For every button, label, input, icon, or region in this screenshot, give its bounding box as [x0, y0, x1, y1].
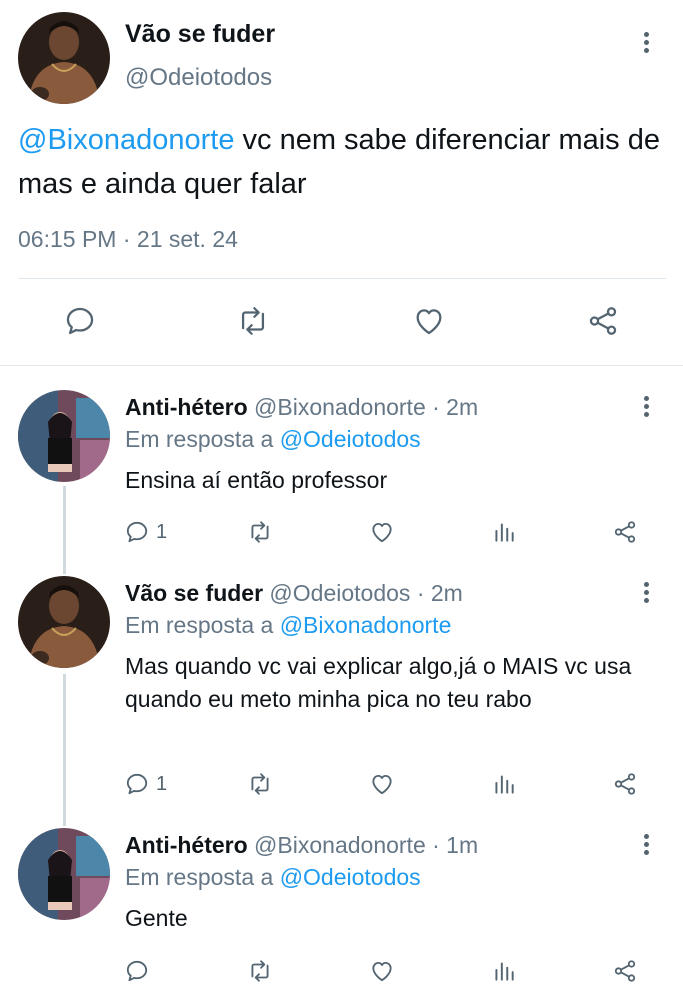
share-icon — [614, 960, 636, 982]
retweet-button[interactable] — [246, 958, 274, 984]
like-button[interactable] — [368, 771, 396, 797]
share-icon — [614, 521, 636, 543]
heart-icon — [416, 309, 442, 335]
mention-link[interactable]: @Bixonadonorte — [18, 124, 234, 156]
reply-tweet[interactable]: Anti-hétero @Bixonadonorte · 1m Em respo… — [0, 818, 683, 1000]
reply-icon — [126, 773, 148, 795]
analytics-button[interactable] — [491, 519, 517, 545]
avatar[interactable] — [18, 576, 110, 668]
reply-icon — [66, 307, 94, 335]
reply-icon — [126, 521, 148, 543]
retweet-icon — [241, 307, 265, 335]
reply-meta: @Bixonadonorte · 2m — [247, 394, 479, 420]
more-options-icon[interactable] — [641, 834, 651, 858]
tweet-timestamp[interactable]: 06:15 PM · 21 set. 24 — [18, 226, 238, 253]
display-name[interactable]: Anti-hétero — [125, 832, 248, 858]
reply-text: Mas quando vc vai explicar algo,já o MAI… — [125, 653, 632, 712]
reply-icon — [126, 960, 148, 982]
reply-button[interactable] — [63, 304, 97, 338]
display-name[interactable]: Anti-hétero — [125, 394, 248, 420]
retweet-icon — [251, 960, 269, 982]
in-reply-label: Em resposta a — [125, 612, 280, 638]
reply-text: Gente — [125, 905, 188, 931]
reply-button[interactable]: 1 — [124, 519, 167, 545]
retweet-icon — [251, 773, 269, 795]
reply-tweet[interactable]: Anti-hétero @Bixonadonorte · 2m Em respo… — [0, 366, 683, 566]
like-button[interactable] — [368, 958, 396, 984]
reply-header: Vão se fuder @Odeiotodos · 2m — [125, 580, 463, 607]
share-icon — [589, 307, 617, 335]
analytics-icon — [495, 962, 514, 981]
reply-tweet[interactable]: Vão se fuder @Odeiotodos · 2m Em respost… — [0, 566, 683, 818]
mention-link[interactable]: @Odeiotodos — [280, 864, 421, 890]
share-button[interactable] — [585, 304, 621, 338]
reply-button[interactable]: 1 — [124, 771, 167, 797]
display-name[interactable]: Vão se fuder — [125, 580, 263, 606]
reply-count: 1 — [156, 772, 168, 795]
more-options-icon[interactable] — [641, 396, 651, 420]
reply-count: 1 — [156, 520, 168, 543]
mention-link[interactable]: @Odeiotodos — [280, 426, 421, 452]
reply-header: Anti-hétero @Bixonadonorte · 1m — [125, 832, 478, 859]
tweet-date: 21 set. 24 — [136, 226, 238, 252]
in-reply-label: Em resposta a — [125, 864, 280, 890]
reply-meta: @Bixonadonorte · 1m — [247, 832, 479, 858]
tweet-time: 06:15 PM — [18, 226, 117, 252]
share-button[interactable] — [611, 958, 639, 984]
analytics-icon — [495, 775, 514, 794]
in-reply-to: Em resposta a @Odeiotodos — [125, 864, 421, 891]
divider — [18, 278, 666, 279]
analytics-button[interactable] — [491, 958, 517, 984]
tweet-text: @Bixonadonorte vc nem sabe diferenciar m… — [18, 118, 668, 206]
mention-link[interactable]: @Bixonadonorte — [280, 612, 452, 638]
share-icon — [614, 773, 636, 795]
reply-text: Ensina aí então professor — [125, 467, 388, 493]
display-name[interactable]: Vão se fuder — [125, 20, 275, 49]
share-button[interactable] — [611, 771, 639, 797]
like-button[interactable] — [368, 519, 396, 545]
in-reply-to: Em resposta a @Odeiotodos — [125, 426, 421, 453]
heart-icon — [372, 774, 392, 795]
retweet-button[interactable] — [246, 519, 274, 545]
avatar[interactable] — [18, 828, 110, 920]
separator: · — [116, 226, 137, 252]
user-handle[interactable]: @Odeiotodos — [125, 64, 272, 92]
reply-meta: @Odeiotodos · 2m — [263, 580, 463, 606]
reply-header: Anti-hétero @Bixonadonorte · 2m — [125, 394, 478, 421]
in-reply-label: Em resposta a — [125, 426, 280, 452]
more-options-icon[interactable] — [641, 582, 651, 606]
retweet-button[interactable] — [246, 771, 274, 797]
heart-icon — [372, 522, 392, 543]
analytics-button[interactable] — [491, 771, 517, 797]
heart-icon — [372, 961, 392, 982]
avatar[interactable] — [18, 12, 110, 104]
in-reply-to: Em resposta a @Bixonadonorte — [125, 612, 451, 639]
reply-button[interactable] — [124, 958, 156, 984]
main-tweet: Vão se fuder @Odeiotodos @Bixonadonorte … — [0, 0, 683, 366]
retweet-icon — [251, 521, 269, 543]
share-button[interactable] — [611, 519, 639, 545]
avatar[interactable] — [18, 390, 110, 482]
like-button[interactable] — [411, 304, 447, 338]
retweet-button[interactable] — [235, 304, 271, 338]
more-options-icon[interactable] — [641, 32, 651, 56]
analytics-icon — [495, 523, 514, 542]
